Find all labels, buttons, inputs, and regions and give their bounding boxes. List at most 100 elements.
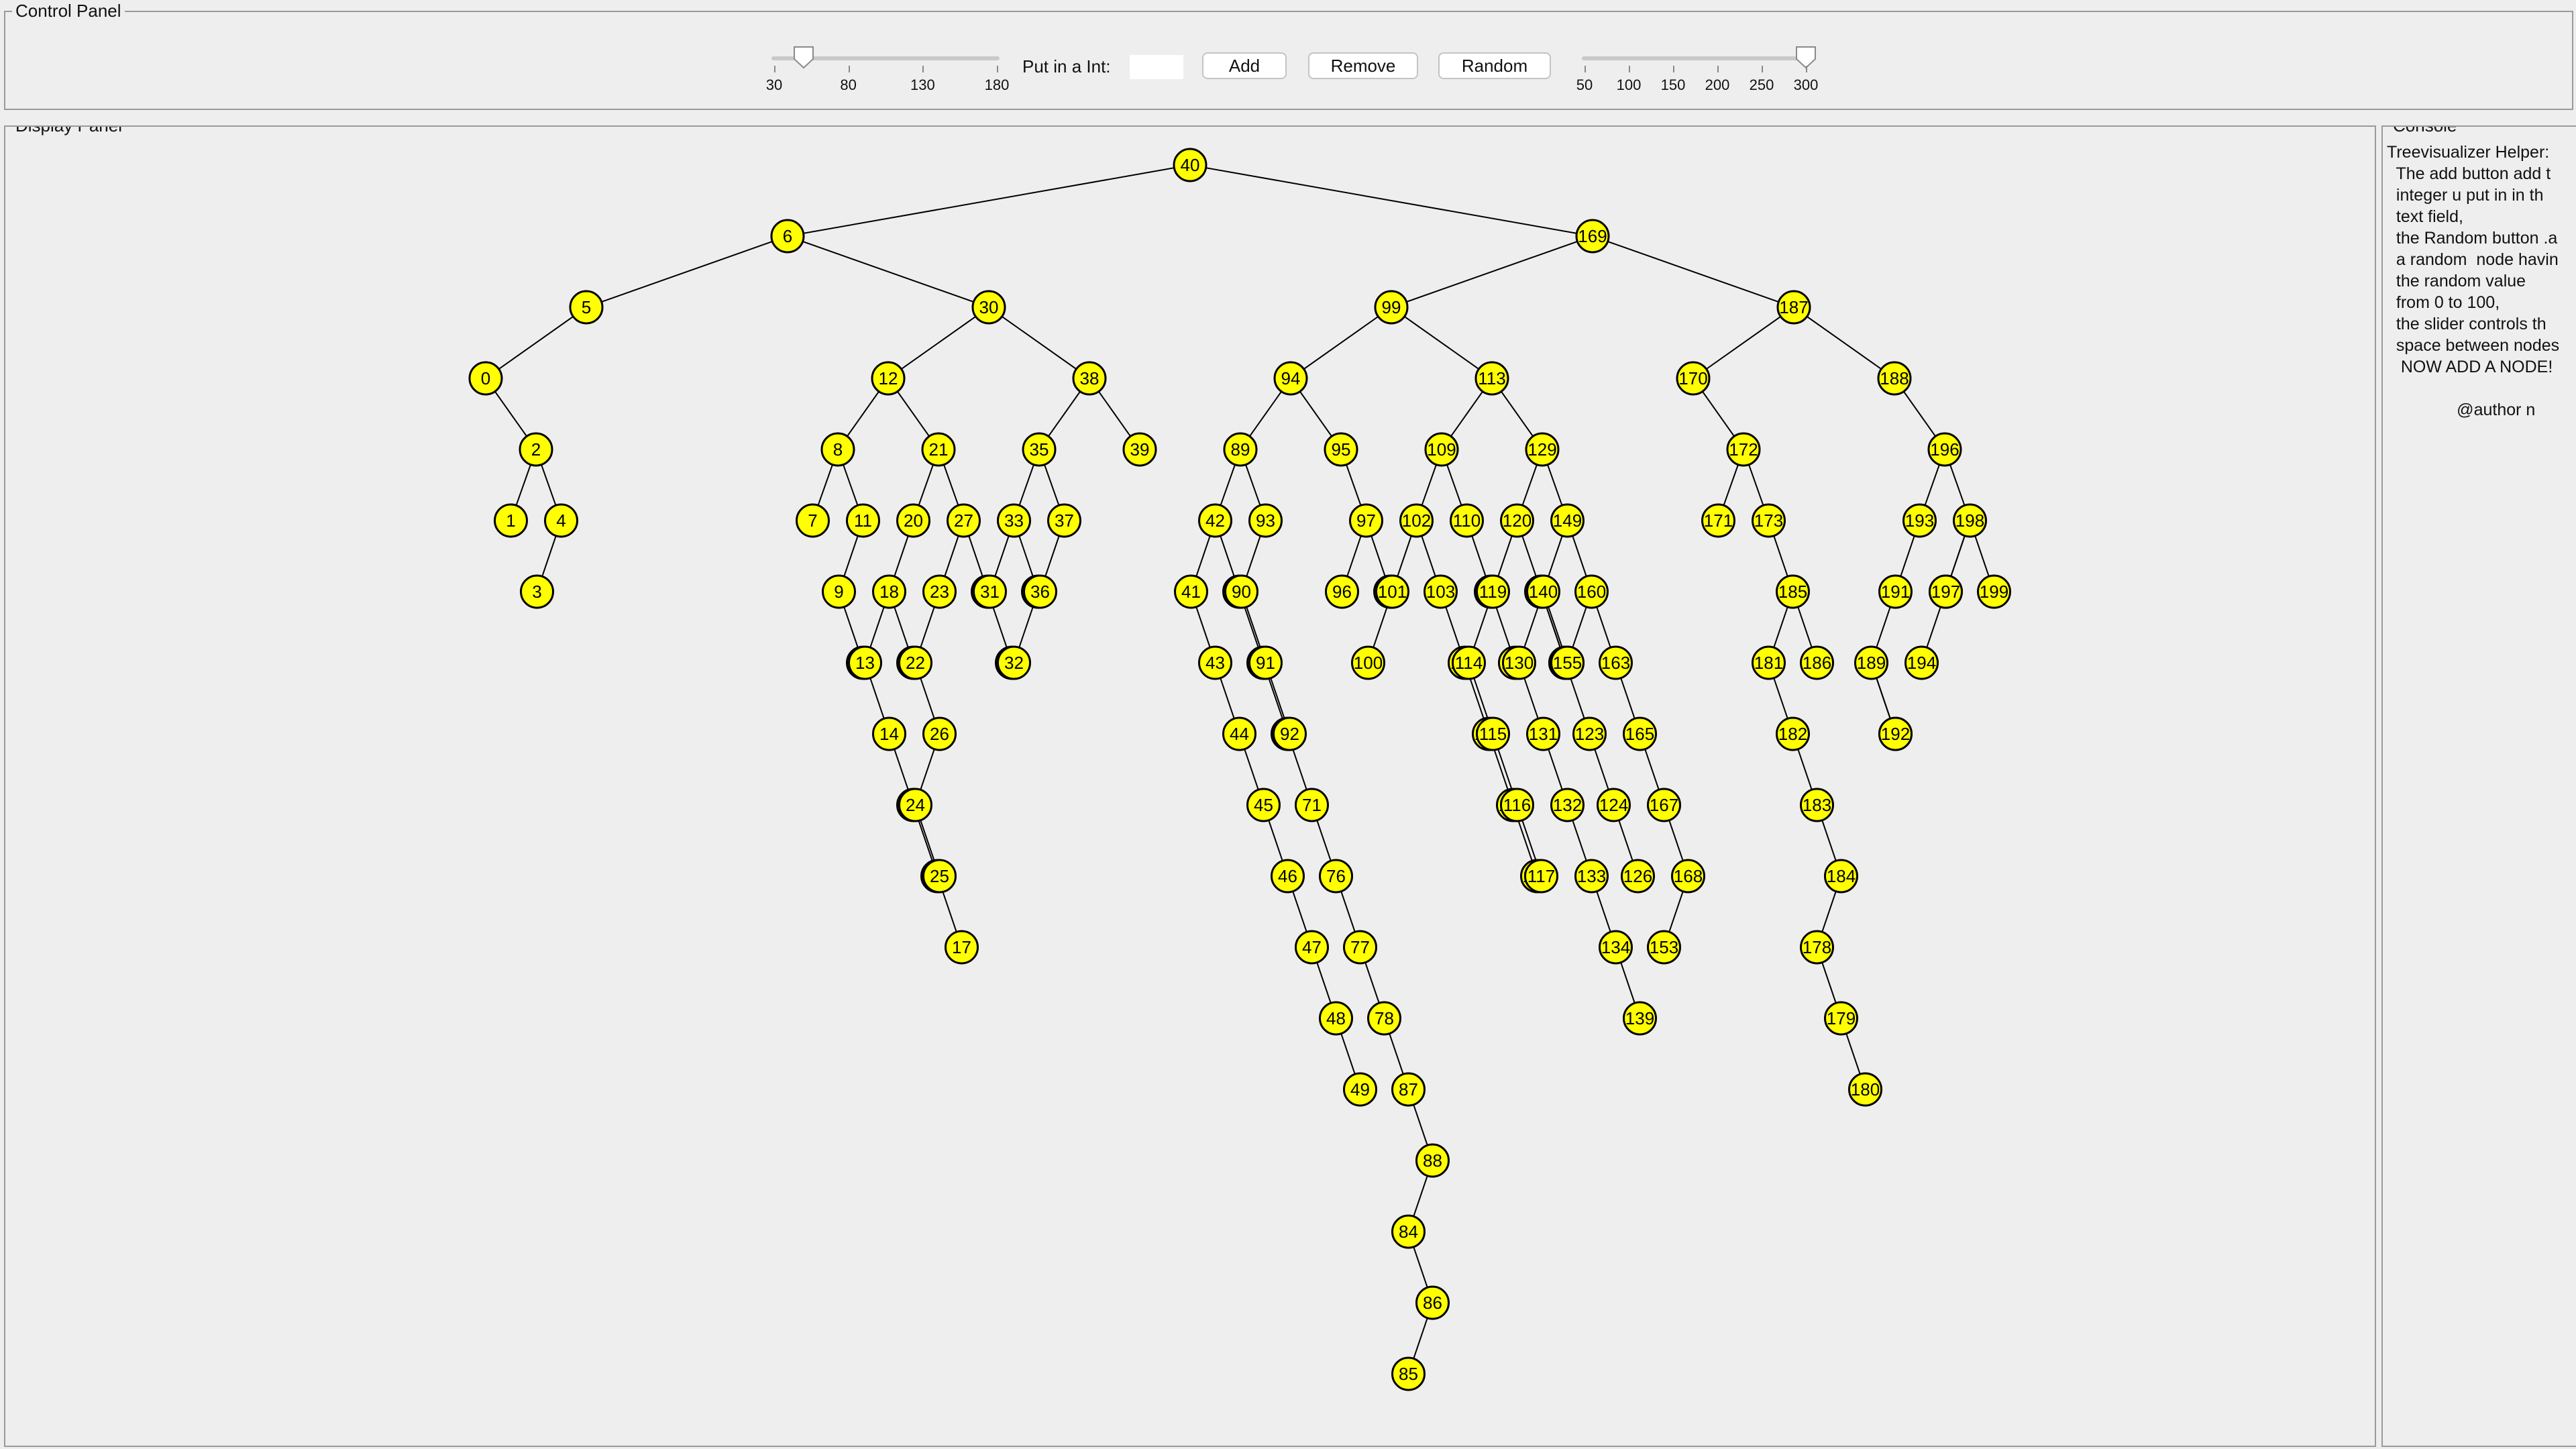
tree-node-label: 102 <box>1402 511 1431 531</box>
tree-node: 18 <box>872 574 906 609</box>
tree-node: 92 <box>1273 716 1307 751</box>
tree-node: 184 <box>1824 859 1858 894</box>
tree-node-label: 45 <box>1254 795 1273 815</box>
tree-node-label: 76 <box>1326 866 1346 886</box>
tree-node: 191 <box>1878 574 1913 609</box>
tree-node-label: 32 <box>1004 653 1024 673</box>
tree-node: 90 <box>1224 574 1258 609</box>
remove-button[interactable]: Remove <box>1308 52 1418 79</box>
tree-node: 42 <box>1198 503 1232 538</box>
tree-node-label: 115 <box>1479 724 1507 744</box>
spacing-slider[interactable]: 50 100 150 200 250 300 <box>1576 46 1818 98</box>
tree-node-label: 191 <box>1881 582 1910 602</box>
tree-node: 1 <box>494 503 528 538</box>
tree-node: 178 <box>1800 930 1834 965</box>
spacing-slider-track[interactable] <box>1582 56 1809 60</box>
tree-node-label: 39 <box>1130 439 1150 460</box>
console-line: NOW ADD A NODE! <box>2387 358 2553 376</box>
tree-node-label: 124 <box>1599 795 1628 815</box>
tree-node-label: 153 <box>1650 937 1678 957</box>
tree-node-label: 47 <box>1302 937 1322 957</box>
tree-canvas: 406 1695 30 99 1870 12 38 94 113 170 1882 8 21 35 39 89… <box>468 148 2011 1391</box>
slider-tick-label: 150 <box>1660 76 1686 93</box>
tree-node-label: 196 <box>1930 439 1959 460</box>
tree-edge <box>787 164 1191 237</box>
tree-node-label: 126 <box>1623 866 1652 886</box>
tree-node-label: 182 <box>1778 724 1807 744</box>
tree-node: 173 <box>1752 503 1786 538</box>
console-text: Treevisualizer Helper: The add button ad… <box>2387 142 2559 421</box>
int-input-field[interactable] <box>1130 55 1183 79</box>
tree-node-label: 169 <box>1578 226 1607 246</box>
tree-node-label: 113 <box>1478 368 1505 388</box>
tree-node: 185 <box>1776 574 1810 609</box>
tree-node-label: 13 <box>855 653 875 673</box>
speed-slider[interactable]: 30 80 130 180 <box>766 46 1009 98</box>
tree-node-label: 9 <box>834 582 843 602</box>
tree-node: 167 <box>1647 788 1681 822</box>
tree-node: 129 <box>1525 432 1560 467</box>
tree-node-label: 87 <box>1399 1079 1418 1099</box>
tree-node: 199 <box>1977 574 2011 609</box>
tree-node-label: 26 <box>930 724 949 744</box>
tree-node-label: 188 <box>1880 368 1909 388</box>
tree-node: 198 <box>1953 503 1987 538</box>
tree-node: 133 <box>1574 859 1609 894</box>
tree-node: 26 <box>922 716 957 751</box>
tree-node-label: 172 <box>1729 439 1758 460</box>
tree-node-label: 129 <box>1527 439 1556 460</box>
tree-node: 43 <box>1198 645 1232 680</box>
tree-node-label: 44 <box>1230 724 1249 744</box>
tree-node: 14 <box>872 716 906 751</box>
tree-node: 48 <box>1319 1001 1353 1036</box>
tree-node: 193 <box>1902 503 1937 538</box>
tree-node: 33 <box>997 503 1031 538</box>
tree-node: 187 <box>1776 290 1811 325</box>
slider-tick <box>997 66 998 72</box>
tree-node-label: 14 <box>879 724 899 744</box>
tree-node-label: 27 <box>954 511 973 531</box>
tree-node: 40 <box>1173 148 1208 182</box>
console-line: integer u put in in th <box>2387 186 2544 205</box>
slider-tick-label: 300 <box>1793 76 1819 93</box>
tree-node-label: 40 <box>1181 155 1200 175</box>
tree-node: 103 <box>1424 574 1458 609</box>
slider-tick-label: 30 <box>765 76 783 93</box>
tree-node-label: 189 <box>1857 653 1886 673</box>
tree-node-label: 88 <box>1423 1150 1442 1171</box>
tree-node-label: 77 <box>1350 937 1370 957</box>
tree-node-label: 168 <box>1674 866 1703 886</box>
slider-tick <box>774 66 775 72</box>
tree-node-label: 91 <box>1256 653 1275 673</box>
tree-node-label: 86 <box>1423 1293 1442 1313</box>
slider-tick <box>1806 66 1807 72</box>
tree-node: 36 <box>1023 574 1057 609</box>
tree-node-label: 180 <box>1851 1079 1880 1099</box>
tree-node: 160 <box>1574 574 1609 609</box>
add-button[interactable]: Add <box>1202 52 1287 79</box>
tree-node-label: 199 <box>1980 582 2008 602</box>
tree-node-label: 132 <box>1553 795 1582 815</box>
tree-node: 22 <box>898 645 932 680</box>
tree-node: 77 <box>1343 930 1377 965</box>
tree-node: 120 <box>1500 503 1534 538</box>
tree-edge <box>888 307 989 379</box>
speed-slider-thumb[interactable] <box>792 46 815 70</box>
tree-node-label: 1 <box>506 511 515 531</box>
tree-node-label: 184 <box>1827 866 1856 886</box>
tree-edge <box>1592 235 1794 308</box>
tree-node: 9 <box>822 574 856 609</box>
tree-node: 130 <box>1502 645 1536 680</box>
tree-node: 3 <box>520 574 554 609</box>
tree-node-label: 94 <box>1281 368 1301 388</box>
tree-node: 99 <box>1374 290 1409 325</box>
random-button[interactable]: Random <box>1438 52 1551 79</box>
tree-node-label: 11 <box>854 511 872 531</box>
tree-node: 170 <box>1676 361 1711 396</box>
tree-node-label: 78 <box>1375 1008 1394 1028</box>
tree-edge <box>1391 235 1593 308</box>
tree-node: 20 <box>896 503 930 538</box>
tree-node: 97 <box>1349 503 1383 538</box>
tree-node-label: 95 <box>1332 439 1351 460</box>
